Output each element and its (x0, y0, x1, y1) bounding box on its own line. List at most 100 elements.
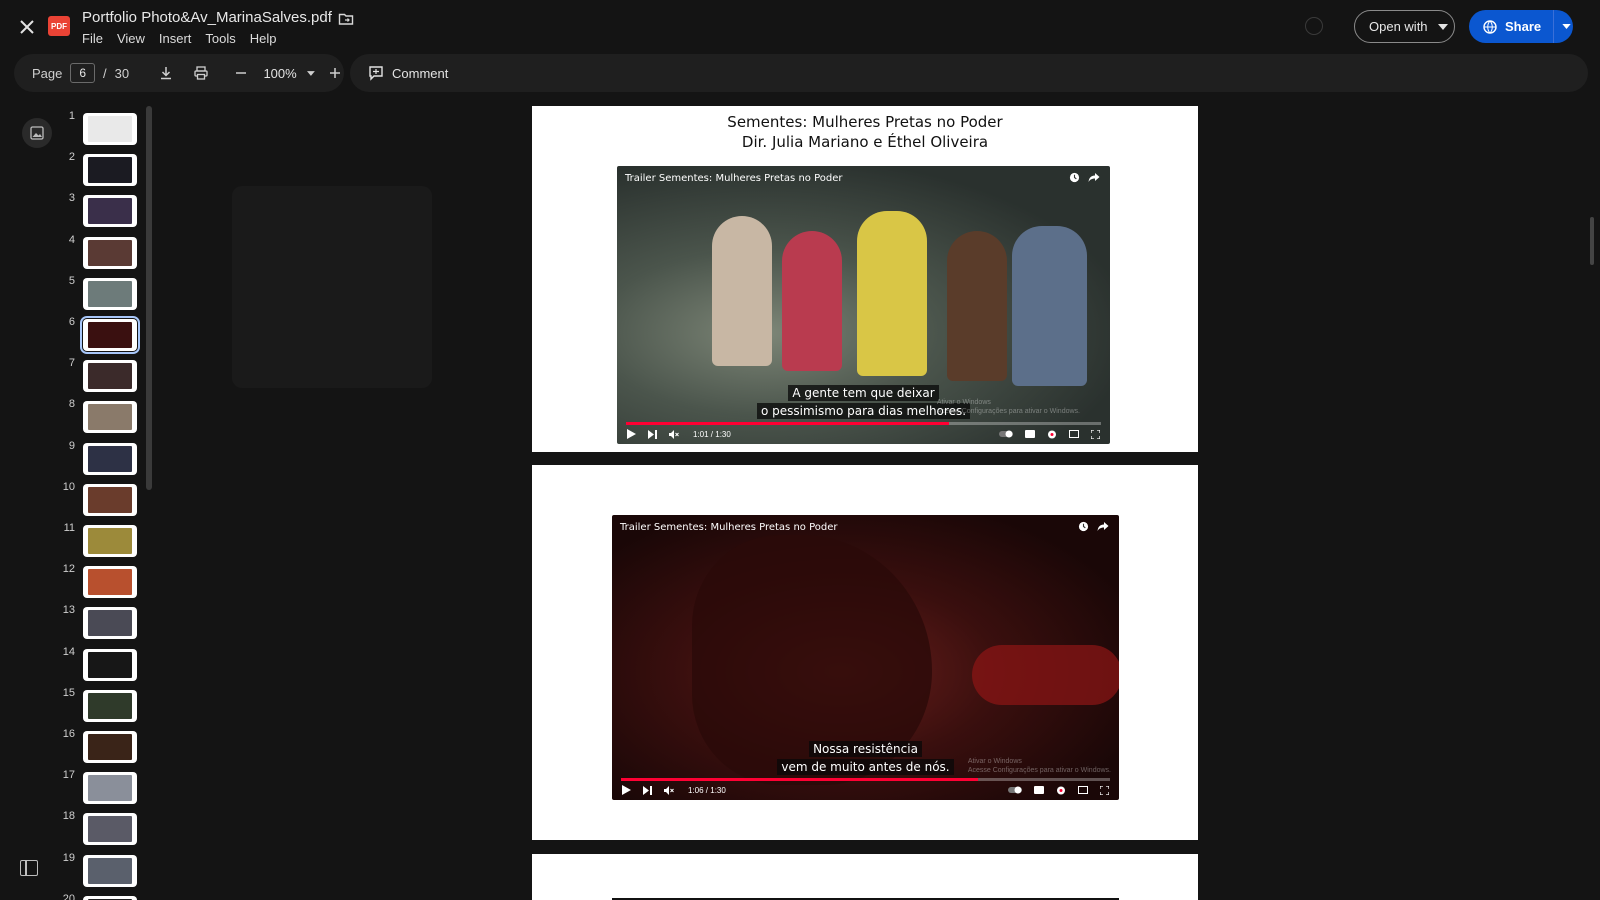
page-thumbnail[interactable] (83, 442, 137, 475)
page-thumbnail[interactable] (83, 607, 137, 640)
autoplay-toggle-icon[interactable] (999, 430, 1013, 438)
video-top-icons (1069, 172, 1100, 183)
thumbnail-number: 7 (68, 357, 75, 370)
thumbnail-preview (88, 404, 132, 431)
download-button[interactable] (157, 63, 174, 83)
thumbnail-preview (88, 322, 132, 348)
image-icon (30, 126, 44, 140)
page-thumbnail[interactable] (83, 566, 137, 599)
page-thumbnail[interactable] (83, 648, 137, 681)
print-button[interactable] (193, 63, 210, 83)
menu-bar: File View Insert Tools Help (82, 31, 277, 46)
share-video-icon[interactable] (1088, 172, 1100, 183)
page-label: Page (32, 65, 63, 81)
mute-icon[interactable] (669, 429, 679, 439)
page-thumbnail[interactable] (83, 854, 137, 887)
thumbnail-number: 20 (62, 892, 75, 900)
video-progress-bar[interactable] (626, 422, 1101, 425)
page-thumbnail[interactable] (83, 731, 137, 763)
settings-icon[interactable] (1047, 430, 1057, 439)
page-thumbnail[interactable] (83, 895, 137, 900)
menu-view[interactable]: View (117, 31, 145, 46)
share-button[interactable]: Share (1469, 10, 1573, 43)
document-scrollbar[interactable] (1590, 217, 1594, 265)
windows-watermark: Ativar o Windows Acesse Configurações pa… (968, 757, 1111, 775)
thumbnail-number: 19 (62, 851, 75, 864)
thumbnail-number: 6 (68, 316, 75, 328)
page-thumbnail[interactable] (83, 813, 137, 846)
video-screenshot[interactable]: Trailer Sementes: Mulheres Pretas no Pod… (617, 166, 1110, 444)
watch-later-icon[interactable] (1069, 172, 1080, 183)
next-icon[interactable] (648, 429, 657, 439)
page-thumbnail[interactable] (83, 113, 137, 145)
page-thumbnail[interactable] (80, 316, 140, 354)
video-time: 1:01 / 1:30 (693, 429, 731, 439)
page-number-input[interactable]: 6 (70, 63, 96, 83)
thumbnail-number: 15 (62, 686, 75, 699)
comment-button[interactable]: Comment (392, 66, 448, 81)
video-screenshot[interactable]: Trailer Sementes: Mulheres Pretas no Pod… (612, 515, 1119, 800)
comment-icon[interactable] (368, 65, 384, 81)
background-file-card (232, 186, 432, 388)
autoplay-toggle-icon[interactable] (1008, 786, 1022, 794)
menu-insert[interactable]: Insert (159, 31, 192, 46)
video-top-icons (1078, 521, 1109, 532)
zoom-dropdown-icon[interactable] (306, 70, 315, 76)
page-thumbnail[interactable] (83, 689, 137, 722)
next-icon[interactable] (643, 785, 652, 795)
page-thumbnail[interactable] (83, 525, 137, 557)
open-with-label: Open with (1369, 19, 1428, 34)
subtitles-icon[interactable] (1025, 430, 1035, 438)
play-icon[interactable] (627, 429, 636, 439)
watch-later-icon[interactable] (1078, 521, 1089, 532)
play-icon[interactable] (622, 785, 631, 795)
thumbnail-preview (88, 528, 132, 554)
fullscreen-icon[interactable] (1100, 785, 1109, 795)
caption-line-1: A gente tem que deixar (788, 385, 939, 401)
settings-icon[interactable] (1056, 786, 1066, 795)
share-video-icon[interactable] (1097, 521, 1109, 532)
share-dropdown-arrow-icon[interactable] (1562, 24, 1571, 29)
thumbnail-number: 14 (62, 645, 75, 658)
page-thumbnail[interactable] (83, 236, 137, 269)
close-viewer-button[interactable] (14, 14, 40, 40)
page-thumbnail[interactable] (83, 195, 137, 228)
slide-title-block: Sementes: Mulheres Pretas no Poder Dir. … (532, 112, 1198, 152)
page-thumbnail[interactable] (83, 401, 137, 434)
toggle-sidebar-button[interactable] (20, 860, 38, 876)
menu-help[interactable]: Help (250, 31, 277, 46)
watermark-line-1: Ativar o Windows (967, 758, 1022, 765)
zoom-in-button[interactable] (327, 63, 344, 83)
menu-file[interactable]: File (82, 31, 103, 46)
page-thumbnail[interactable] (83, 154, 137, 187)
mute-icon[interactable] (664, 785, 674, 795)
thumbnail-number: 10 (62, 480, 75, 493)
video-progress-bar[interactable] (621, 778, 1110, 781)
cast-icon[interactable] (1078, 786, 1088, 794)
help-icon[interactable] (1305, 17, 1323, 35)
zoom-level[interactable]: 100% (263, 66, 296, 81)
pdf-page (532, 854, 1198, 900)
page-thumbnail[interactable] (83, 277, 137, 310)
video-controls: 1:06 / 1:30 (622, 785, 1109, 795)
thumbnail-number: 5 (68, 274, 75, 287)
caption-line-2: vem de muito antes de nós. (777, 759, 954, 775)
page-thumbnail[interactable] (83, 483, 137, 516)
comment-toolbar: Comment (350, 54, 1588, 92)
cast-icon[interactable] (1069, 430, 1079, 438)
menu-tools[interactable]: Tools (205, 31, 235, 46)
video-time: 1:06 / 1:30 (688, 785, 726, 795)
thumbnail-number: 4 (68, 233, 75, 246)
windows-watermark: Ativar o Windows Acesse Configurações pa… (937, 398, 1080, 416)
page-thumbnail[interactable] (83, 360, 137, 393)
zoom-out-button[interactable] (232, 63, 249, 83)
fullscreen-icon[interactable] (1091, 429, 1100, 439)
move-to-folder-icon[interactable] (338, 11, 354, 27)
thumbnail-scrollbar[interactable] (146, 106, 152, 490)
subtitles-icon[interactable] (1034, 786, 1044, 794)
page-thumbnail[interactable] (83, 772, 137, 805)
image-view-button[interactable] (22, 118, 52, 148)
open-with-button[interactable]: Open with (1354, 10, 1455, 43)
pdf-page: Trailer Sementes: Mulheres Pretas no Pod… (532, 465, 1198, 840)
watermark-line-1: Ativar o Windows (936, 399, 991, 406)
